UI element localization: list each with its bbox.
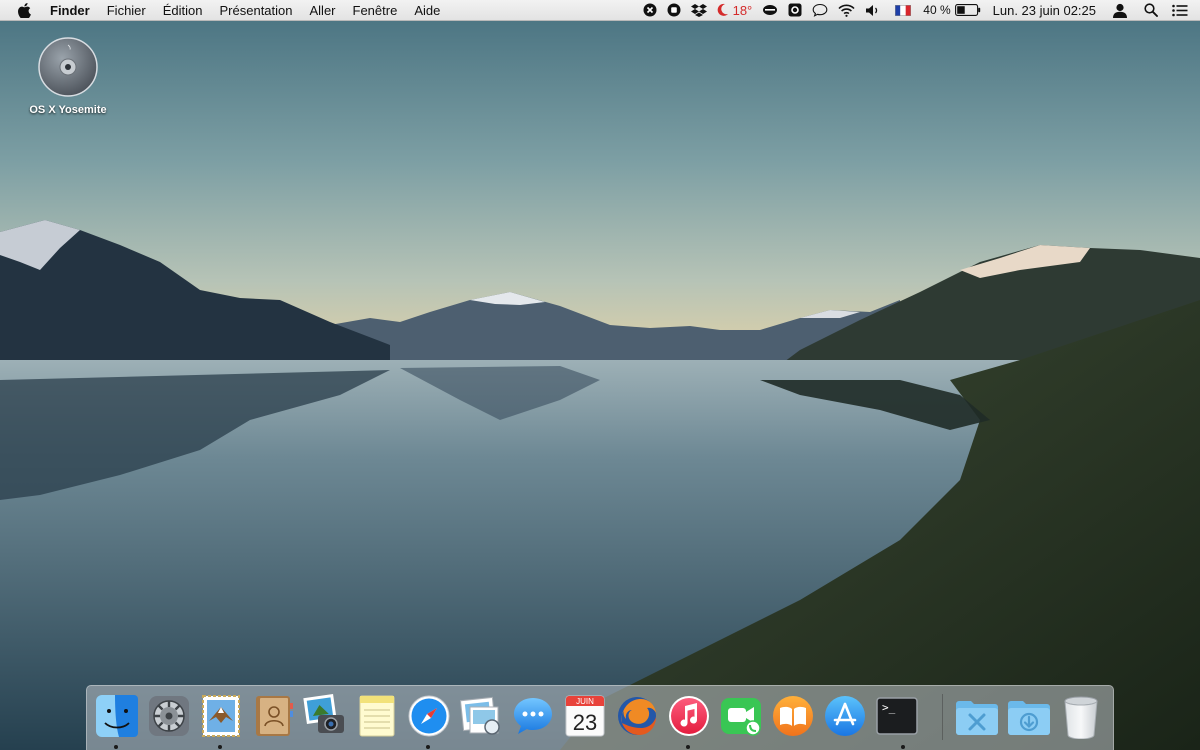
- dock: JUIN 23 >_: [86, 685, 1114, 750]
- system-preferences-icon: [149, 696, 189, 736]
- screen-record-icon[interactable]: [788, 0, 802, 21]
- menu-bar: Finder Fichier Édition Présentation Alle…: [0, 0, 1200, 21]
- dock-running-indicator: [218, 745, 222, 749]
- dock-running-indicator: [901, 745, 905, 749]
- trash-icon: [1064, 696, 1098, 739]
- dock-calendar[interactable]: JUIN 23: [561, 692, 609, 740]
- dock-running-indicator: [426, 745, 430, 749]
- dock-ibooks[interactable]: [769, 692, 817, 740]
- dock-firefox[interactable]: [613, 692, 661, 740]
- fr-flag-icon[interactable]: [895, 0, 912, 21]
- spotlight-search-icon[interactable]: [1144, 0, 1158, 21]
- dock-itunes[interactable]: [665, 692, 713, 740]
- finder-icon: [96, 695, 138, 737]
- contacts-icon: [256, 696, 293, 736]
- dock-contacts[interactable]: [249, 692, 297, 740]
- desktop-disk-os-x-yosemite[interactable]: OS X Yosemite: [22, 36, 114, 116]
- mail-icon: [202, 695, 240, 737]
- downloads-folder-icon: [1008, 701, 1050, 735]
- wifi-icon[interactable]: [838, 0, 855, 21]
- menu-edition[interactable]: Édition: [163, 0, 203, 21]
- battery-percent: 40 %: [923, 3, 951, 17]
- speech-bubble-icon[interactable]: [812, 0, 828, 21]
- menu-fenetre[interactable]: Fenêtre: [353, 0, 398, 21]
- dock-downloads-folder[interactable]: [1005, 692, 1053, 740]
- dock-running-indicator: [686, 745, 690, 749]
- desktop-wallpaper: [0, 0, 1200, 750]
- menu-fichier[interactable]: Fichier: [107, 0, 146, 21]
- battery-icon: [954, 4, 980, 16]
- menu-presentation[interactable]: Présentation: [220, 0, 293, 21]
- notification-center-icon[interactable]: [1172, 0, 1188, 21]
- close-circle-icon[interactable]: [643, 0, 657, 21]
- dock-finder[interactable]: [93, 692, 141, 740]
- preview-icon: [459, 696, 500, 735]
- volume-icon[interactable]: [865, 0, 881, 21]
- dock-facetime[interactable]: [717, 692, 765, 740]
- dock-preview[interactable]: [457, 692, 505, 740]
- ibooks-icon: [773, 696, 813, 736]
- menu-aide[interactable]: Aide: [414, 0, 440, 21]
- dock-iphoto[interactable]: [301, 692, 349, 740]
- terminal-icon: >_: [876, 697, 918, 735]
- disk-image-icon: [38, 37, 98, 97]
- calendar-day: 23: [573, 710, 597, 735]
- terminal-prompt: >_: [882, 701, 896, 714]
- apple-menu-icon[interactable]: [18, 2, 32, 18]
- messages-icon: [514, 698, 552, 734]
- dock-terminal[interactable]: >_: [873, 692, 921, 740]
- dock-running-indicator: [114, 745, 118, 749]
- weather-temperature[interactable]: 18°: [733, 0, 753, 21]
- dock-notes[interactable]: [353, 692, 401, 740]
- app-menu-finder[interactable]: Finder: [50, 0, 90, 21]
- safari-icon: [408, 695, 450, 737]
- calendar-month: JUIN: [576, 697, 594, 706]
- facetime-icon: [721, 698, 761, 736]
- dropbox-icon[interactable]: [690, 0, 707, 21]
- menu-clock[interactable]: Lun. 23 juin 02:25: [993, 0, 1096, 21]
- dock-messages[interactable]: [509, 692, 557, 740]
- itunes-icon: [669, 696, 709, 736]
- dock-separator: [942, 694, 943, 740]
- app-store-icon: [825, 696, 865, 736]
- applications-folder-icon: [956, 701, 998, 735]
- menu-aller[interactable]: Aller: [310, 0, 336, 21]
- stop-circle-icon[interactable]: [667, 0, 681, 21]
- user-icon[interactable]: [1112, 0, 1128, 21]
- dock-safari[interactable]: [405, 692, 453, 740]
- calendar-icon: JUIN 23: [565, 695, 605, 737]
- dock-trash[interactable]: [1057, 692, 1105, 740]
- dock-system-preferences[interactable]: [145, 692, 193, 740]
- moon-icon[interactable]: [717, 0, 729, 21]
- battery-status[interactable]: 40 %: [923, 0, 980, 21]
- firefox-icon: [618, 697, 656, 735]
- dock-mail[interactable]: [197, 692, 245, 740]
- coffee-icon[interactable]: [762, 0, 778, 21]
- dock-app-store[interactable]: [821, 692, 869, 740]
- iphoto-icon: [303, 694, 344, 733]
- notes-icon: [359, 695, 395, 737]
- desktop-disk-label: OS X Yosemite: [29, 104, 107, 116]
- dock-applications-folder[interactable]: [953, 692, 1001, 740]
